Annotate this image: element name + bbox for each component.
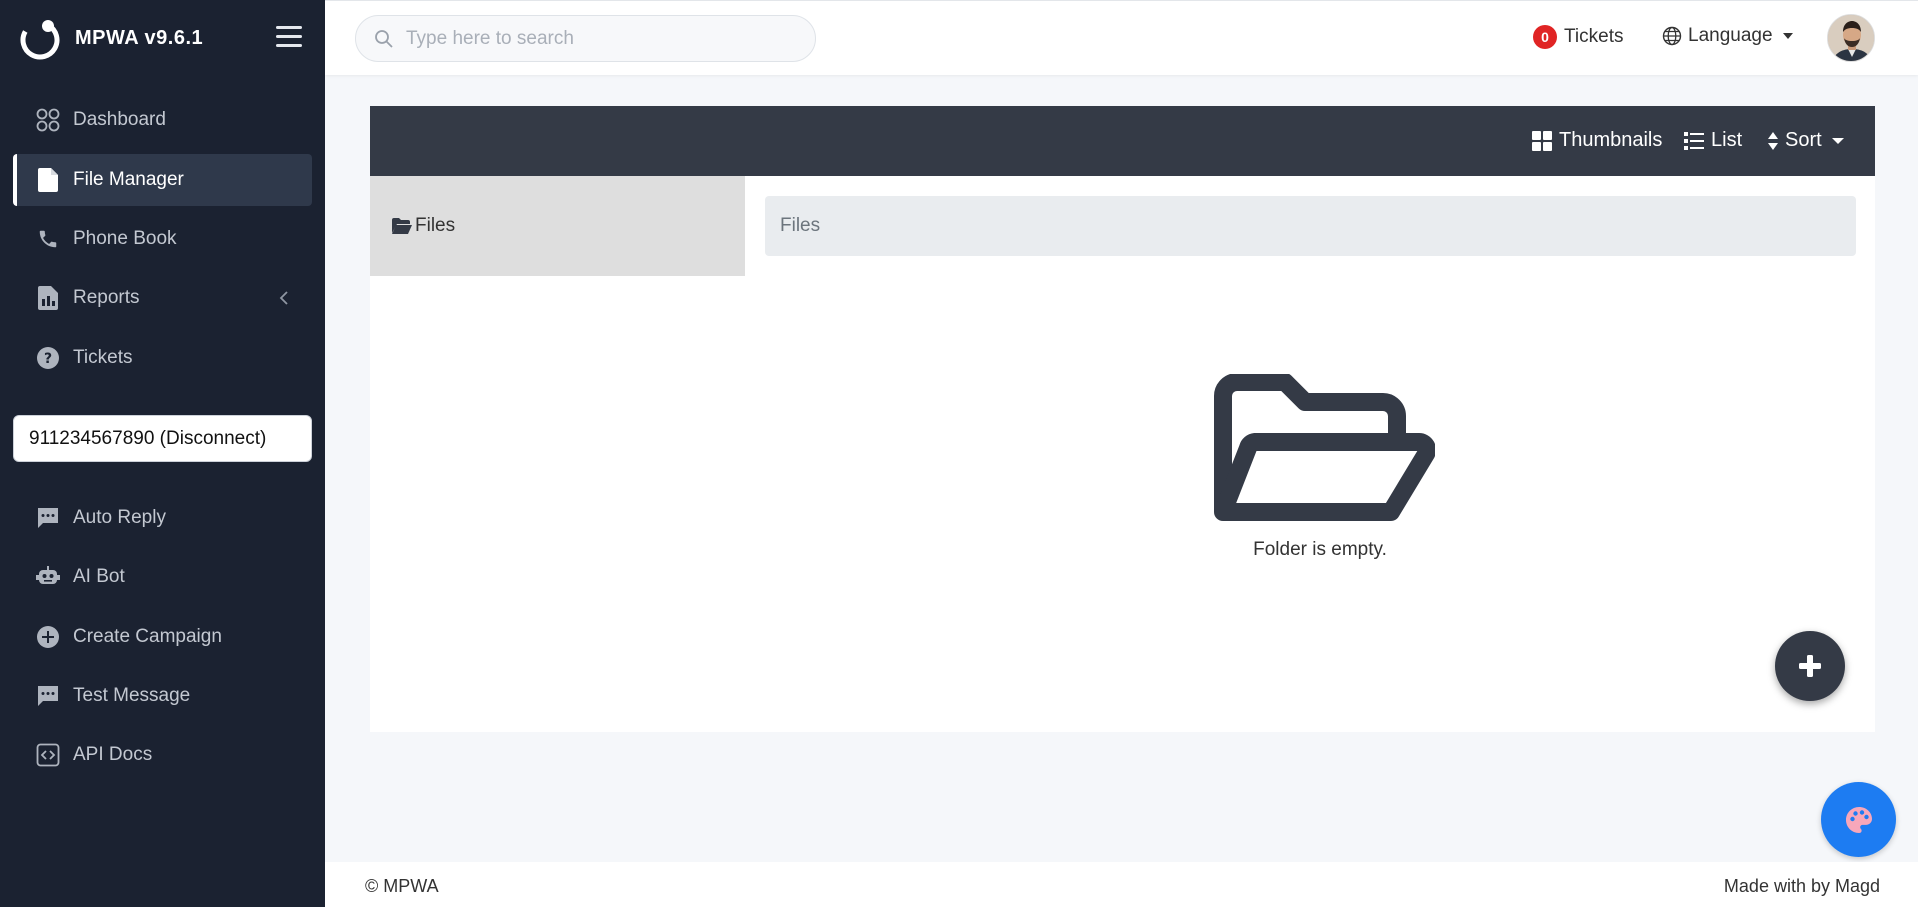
brand[interactable]: MPWA v9.6.1 — [18, 12, 203, 64]
grid-icon — [1532, 130, 1552, 151]
empty-state: Folder is empty. — [1195, 373, 1445, 561]
sidebar-item-phone-book[interactable]: Phone Book — [13, 213, 312, 265]
folder-open-icon — [392, 218, 412, 234]
sidebar-item-api-docs[interactable]: API Docs — [13, 729, 312, 781]
tickets-link-label: Tickets — [1564, 26, 1624, 47]
palette-icon — [1845, 806, 1872, 833]
code-icon — [35, 742, 61, 768]
report-icon — [35, 285, 61, 311]
sort-dropdown[interactable]: Sort — [1767, 129, 1844, 152]
chevron-left-icon — [279, 291, 288, 305]
brand-name: MPWA v9.6.1 — [75, 26, 204, 49]
sidebar-item-label: Phone Book — [73, 228, 177, 249]
sidebar-item-label: Dashboard — [73, 109, 166, 130]
file-manager-card: Thumbnails List Sort Files Files Folder … — [370, 106, 1875, 732]
sidebar-item-label: Test Message — [73, 685, 191, 706]
sidebar-item-create-campaign[interactable]: Create Campaign — [13, 611, 312, 663]
sidebar-item-dashboard[interactable]: Dashboard — [13, 94, 312, 146]
breadcrumb: Files — [765, 196, 1856, 256]
sidebar: MPWA v9.6.1 Dashboard File Manager Phone… — [0, 0, 325, 907]
device-status-button[interactable]: 911234567890 (Disconnect) — [13, 415, 312, 462]
tickets-count-badge: 0 — [1533, 25, 1557, 49]
question-circle-icon: ? — [35, 345, 61, 371]
language-dropdown[interactable]: Language — [1662, 25, 1793, 47]
caret-down-icon — [1782, 33, 1793, 39]
sidebar-item-label: API Docs — [73, 744, 153, 765]
language-label: Language — [1688, 25, 1773, 46]
footer-credit[interactable]: Made with by Magd — [1724, 876, 1880, 897]
chat-icon — [35, 505, 61, 531]
svg-text:?: ? — [44, 351, 52, 367]
sidebar-item-label: Auto Reply — [73, 507, 166, 528]
footer-copyright: © MPWA — [365, 876, 439, 896]
sidebar-item-test-message[interactable]: Test Message — [13, 670, 312, 722]
sidebar-item-ai-bot[interactable]: AI Bot — [13, 551, 312, 603]
sidebar-item-label: AI Bot — [73, 566, 125, 587]
theme-customizer-button[interactable] — [1821, 782, 1896, 857]
plus-icon — [1799, 655, 1821, 677]
search-input[interactable] — [406, 27, 796, 50]
sidebar-item-label: Create Campaign — [73, 626, 222, 647]
menu-toggle-button[interactable] — [276, 26, 302, 48]
folder-tree-label: Files — [415, 215, 456, 236]
search-box[interactable] — [355, 15, 816, 62]
sort-icon — [1768, 131, 1778, 150]
add-file-button[interactable] — [1775, 631, 1845, 701]
list-label: List — [1711, 129, 1743, 151]
folder-tree-item-files[interactable]: Files — [370, 176, 745, 276]
file-manager-toolbar: Thumbnails List Sort — [370, 106, 1875, 176]
top-bar: 0 Tickets Language — [325, 0, 1918, 75]
plus-circle-icon — [35, 624, 61, 650]
globe-icon — [1662, 26, 1682, 46]
file-icon — [35, 167, 61, 193]
sidebar-item-reports[interactable]: Reports — [13, 272, 312, 324]
sidebar-item-label: Reports — [73, 287, 140, 308]
chat-icon — [35, 683, 61, 709]
tickets-link[interactable]: 0 Tickets — [1533, 25, 1623, 49]
sidebar-item-file-manager[interactable]: File Manager — [13, 154, 312, 206]
folder-open-large-icon — [1214, 373, 1436, 521]
avatar-image — [1828, 15, 1874, 61]
user-avatar[interactable] — [1827, 14, 1875, 62]
sidebar-item-label: File Manager — [73, 169, 184, 190]
sidebar-item-tickets[interactable]: ? Tickets — [13, 332, 312, 384]
sort-label: Sort — [1785, 129, 1822, 151]
sidebar-item-auto-reply[interactable]: Auto Reply — [13, 492, 312, 544]
sidebar-item-label: Tickets — [73, 347, 133, 368]
brand-logo-icon — [20, 20, 60, 60]
search-icon — [375, 29, 393, 48]
caret-down-icon — [1831, 137, 1844, 144]
footer: © MPWA Made with by Magd — [325, 862, 1918, 907]
list-view-button[interactable]: List — [1684, 129, 1742, 152]
empty-message: Folder is empty. — [1253, 539, 1387, 560]
thumbnails-view-button[interactable]: Thumbnails — [1532, 129, 1662, 152]
robot-icon — [35, 564, 61, 590]
phone-icon — [35, 226, 61, 252]
breadcrumb-item[interactable]: Files — [780, 215, 820, 237]
thumbnails-label: Thumbnails — [1559, 129, 1663, 151]
list-icon — [1684, 131, 1704, 150]
dashboard-icon — [35, 107, 61, 133]
